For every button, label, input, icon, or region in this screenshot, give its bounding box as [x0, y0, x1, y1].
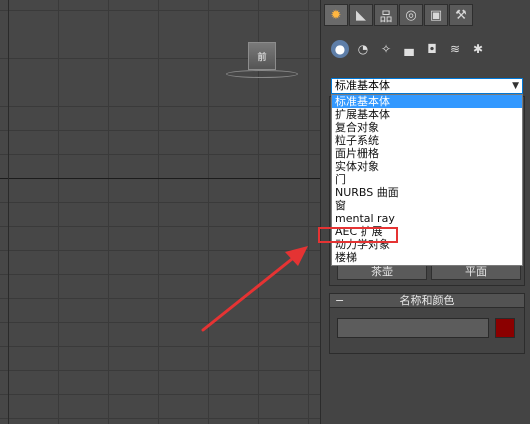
annotation-arrow	[201, 246, 308, 332]
